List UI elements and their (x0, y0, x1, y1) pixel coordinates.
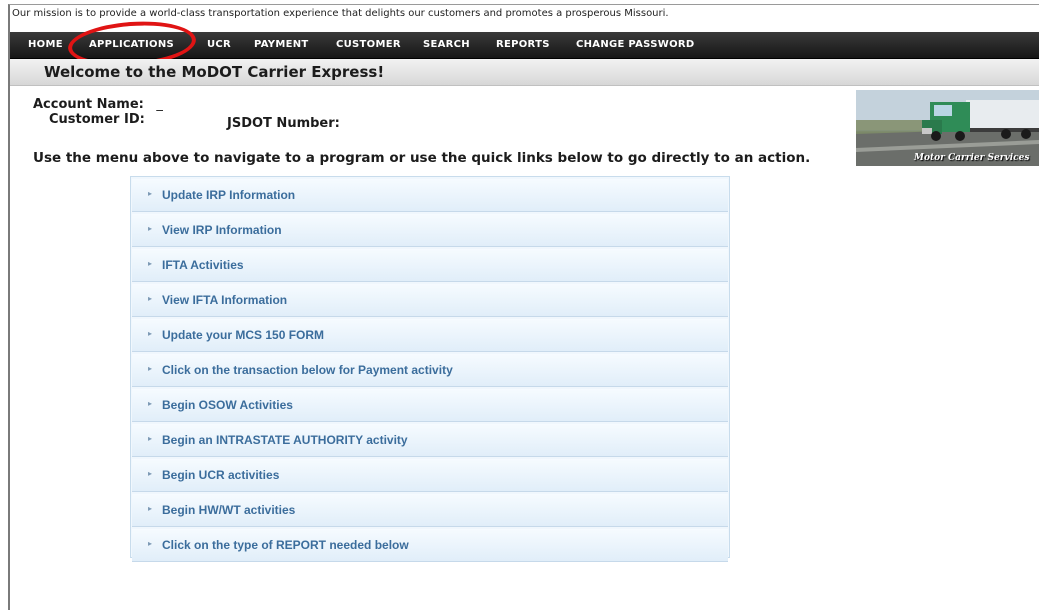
image-caption: Motor Carrier Services (914, 153, 1030, 163)
bullet-arrow-icon: ▸ (148, 469, 153, 478)
nav-customer[interactable]: CUSTOMER (336, 32, 401, 58)
quick-link-mcs150[interactable]: ▸ Update your MCS 150 FORM (132, 319, 728, 352)
bullet-arrow-icon: ▸ (148, 329, 153, 338)
account-name-row: Account Name: _ (33, 97, 163, 112)
quick-link-payment[interactable]: ▸ Click on the transaction below for Pay… (132, 354, 728, 387)
quick-link-view-ifta[interactable]: ▸ View IFTA Information (132, 284, 728, 317)
quick-link-hw-wt[interactable]: ▸ Begin HW/WT activities (132, 494, 728, 527)
quick-link-label: IFTA Activities (162, 258, 244, 272)
bullet-arrow-icon: ▸ (148, 504, 153, 513)
bullet-arrow-icon: ▸ (148, 434, 153, 443)
bullet-arrow-icon: ▸ (148, 364, 153, 373)
quick-link-label: Update IRP Information (162, 188, 296, 202)
page-title: Welcome to the MoDOT Carrier Express! (44, 63, 385, 81)
nav-change-password[interactable]: CHANGE PASSWORD (576, 32, 694, 58)
bullet-arrow-icon: ▸ (148, 539, 153, 548)
nav-reports[interactable]: REPORTS (496, 32, 550, 58)
quick-link-label: View IFTA Information (162, 293, 288, 307)
bullet-arrow-icon: ▸ (148, 399, 153, 408)
account-name-label: Account Name: (33, 97, 144, 112)
quick-links-panel: ▸ Update IRP Information ▸ View IRP Info… (130, 176, 730, 562)
quick-link-report[interactable]: ▸ Click on the type of REPORT needed bel… (132, 529, 728, 562)
nav-payment[interactable]: PAYMENT (254, 32, 309, 58)
nav-search[interactable]: SEARCH (423, 32, 470, 58)
nav-home[interactable]: HOME (28, 32, 63, 58)
account-name-value: _ (156, 97, 163, 112)
quick-link-label: Update your MCS 150 FORM (162, 328, 325, 342)
welcome-bar: Welcome to the MoDOT Carrier Express! (10, 59, 1039, 86)
quick-link-label: Click on the transaction below for Payme… (162, 363, 453, 377)
quick-link-update-irp[interactable]: ▸ Update IRP Information (132, 179, 728, 212)
bullet-arrow-icon: ▸ (148, 294, 153, 303)
quick-link-label: Begin HW/WT activities (162, 503, 296, 517)
instructions-text: Use the menu above to navigate to a prog… (33, 150, 811, 166)
quick-link-intrastate-authority[interactable]: ▸ Begin an INTRASTATE AUTHORITY activity (132, 424, 728, 457)
mission-statement: Our mission is to provide a world-class … (12, 8, 669, 19)
bullet-arrow-icon: ▸ (148, 224, 153, 233)
quick-link-label: Begin OSOW Activities (162, 398, 293, 412)
quick-link-ifta-activities[interactable]: ▸ IFTA Activities (132, 249, 728, 282)
quick-link-ucr[interactable]: ▸ Begin UCR activities (132, 459, 728, 492)
quick-link-label: Begin an INTRASTATE AUTHORITY activity (162, 433, 408, 447)
bullet-arrow-icon: ▸ (148, 189, 153, 198)
motor-carrier-services-image: Motor Carrier Services (856, 90, 1039, 166)
usdot-number-label: JSDOT Number: (227, 116, 340, 131)
quick-link-label: Begin UCR activities (162, 468, 280, 482)
nav-ucr[interactable]: UCR (207, 32, 231, 58)
quick-link-view-irp[interactable]: ▸ View IRP Information (132, 214, 728, 247)
bullet-arrow-icon: ▸ (148, 259, 153, 268)
customer-id-label: Customer ID: (49, 112, 145, 127)
quick-link-label: View IRP Information (162, 223, 282, 237)
quick-link-osow[interactable]: ▸ Begin OSOW Activities (132, 389, 728, 422)
quick-link-label: Click on the type of REPORT needed below (162, 538, 409, 552)
